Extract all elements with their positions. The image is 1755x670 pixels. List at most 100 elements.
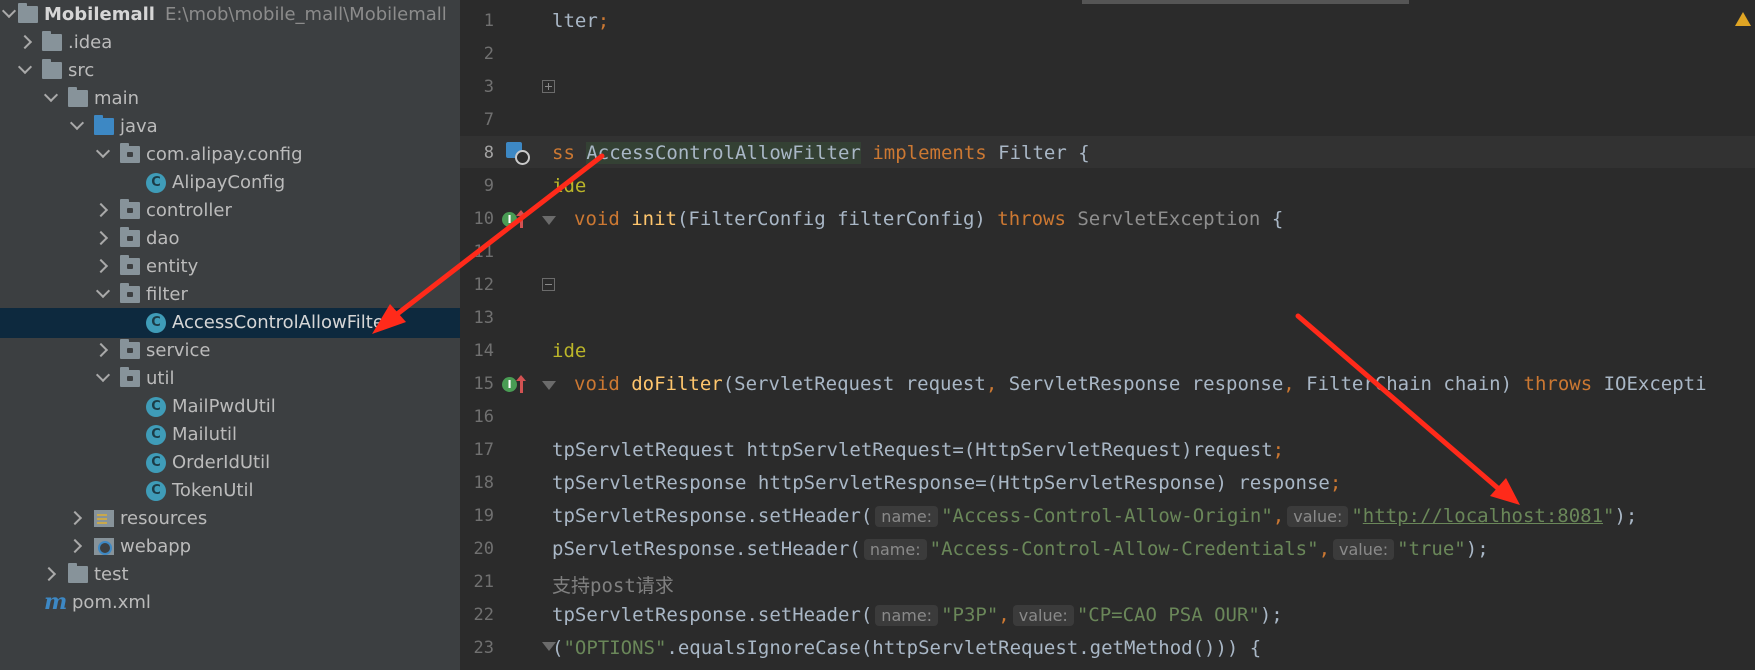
tree-item-label: AccessControlAllowFilter [172,312,392,333]
package-icon [120,283,140,303]
chevron-right-icon[interactable] [93,202,109,218]
tree-item-accesscontrolallowfilter[interactable]: C AccessControlAllowFilter [0,308,460,338]
class-icon: C [146,173,166,193]
project-path: E:\mob\mobile_mall\Mobilemall [164,4,447,25]
tree-item-label: controller [146,200,232,221]
tree-item-filter[interactable]: filter [0,280,460,310]
code-line-14[interactable]: ide [552,340,586,362]
code-line-21[interactable]: 支持post请求 [552,571,674,598]
tree-item-test[interactable]: test [0,560,460,590]
tree-item-label: com.alipay.config [146,144,303,165]
tree-item-tokenutil[interactable]: C TokenUtil [0,476,460,506]
chevron-down-icon[interactable] [1,3,17,19]
tree-item-dao[interactable]: dao [0,224,460,254]
fold-collapse-icon[interactable] [542,381,556,390]
tree-item-label: entity [146,256,199,277]
folder-icon [68,563,88,583]
param-hint: value: [1333,539,1395,560]
line-number: 18 [473,473,494,493]
package-icon [120,143,140,163]
code-line-19[interactable]: tpServletResponse.setHeader(name: "Access… [552,505,1637,527]
arrow-up-icon [516,210,526,228]
tree-item-label: service [146,340,211,361]
line-number: 2 [483,44,494,64]
tree-item-pom-xml[interactable]: m pom.xml [0,588,460,618]
tree-item-mobilemall[interactable]: Mobilemall E:\mob\mobile_mall\Mobilemall [0,0,460,30]
fold-end-icon[interactable] [542,278,555,291]
url-link: http://localhost:8081 [1362,505,1604,527]
package-icon [120,255,140,275]
line-number: 22 [473,605,494,625]
line-number: 10 [473,209,494,229]
tree-item-com-alipay-config[interactable]: com.alipay.config [0,140,460,170]
line-number: 1 [483,11,494,31]
param-hint: name: [863,539,927,560]
chevron-down-icon[interactable] [95,283,111,299]
class-icon: C [146,313,166,333]
code-line-1[interactable]: lter; [552,10,609,32]
chevron-right-icon[interactable] [41,566,57,582]
chevron-right-icon[interactable] [67,510,83,526]
chevron-right-icon[interactable] [67,538,83,554]
tree-item-entity[interactable]: entity [0,252,460,282]
tree-item-resources[interactable]: resources [0,504,460,534]
resources-folder-icon [94,510,114,527]
tree-item-orderidutil[interactable]: C OrderIdUtil [0,448,460,478]
tree-item-java[interactable]: java [0,112,460,142]
code-line-15[interactable]: void doFilter(ServletRequest request, Se… [574,373,1707,395]
param-hint: name: [875,605,939,626]
tree-item-mailpwdutil[interactable]: C MailPwdUtil [0,392,460,422]
code-line-9[interactable]: ide [552,175,586,197]
tree-item-src[interactable]: src [0,56,460,86]
class-icon: C [146,481,166,501]
code-line-23[interactable]: ("OPTIONS".equalsIgnoreCase(httpServletR… [552,637,1261,659]
code-editor[interactable]: 1 2 3 7 8 9 10 11 12 13 14 15 16 17 18 1… [460,0,1755,670]
chevron-right-icon[interactable] [17,34,33,50]
tree-item-idea[interactable]: .idea [0,28,460,58]
chevron-right-icon[interactable] [93,258,109,274]
code-line-8[interactable]: ss AccessControlAllowFilter implements F… [552,142,1090,164]
chevron-down-icon[interactable] [95,143,111,159]
fold-expand-icon[interactable] [542,80,555,93]
tree-item-label: filter [146,284,188,305]
chevron-down-icon[interactable] [43,87,59,103]
fold-collapse-icon[interactable] [542,216,556,225]
tree-item-webapp[interactable]: webapp [0,532,460,562]
code-line-22[interactable]: tpServletResponse.setHeader(name: "P3P", v… [552,604,1283,626]
line-number: 20 [473,539,494,559]
implements-icon[interactable]: I [502,212,517,227]
maven-icon: m [44,589,68,615]
chevron-right-icon[interactable] [93,342,109,358]
line-number: 23 [473,638,494,658]
tree-item-label: resources [120,508,208,529]
tree-item-main[interactable]: main [0,84,460,114]
tree-item-label: src [68,60,95,81]
folder-icon [42,31,62,51]
tree-item-controller[interactable]: controller [0,196,460,226]
line-number: 8 [483,143,494,163]
line-number: 11 [473,242,494,262]
tree-item-mailutil[interactable]: C Mailutil [0,420,460,450]
tree-item-util[interactable]: util [0,364,460,394]
tree-item-alipayconfig[interactable]: C AlipayConfig [0,168,460,198]
code-line-17[interactable]: tpServletRequest httpServletRequest=(Htt… [552,439,1284,461]
warning-icon[interactable] [1735,12,1751,26]
tree-item-label: pom.xml [72,592,151,613]
folder-icon [68,87,88,107]
line-number: 13 [473,308,494,328]
tree-item-label: AlipayConfig [172,172,286,193]
code-line-20[interactable]: pServletResponse.setHeader(name: "Access-… [552,538,1489,560]
line-number: 17 [473,440,494,460]
chevron-down-icon[interactable] [95,367,111,383]
line-number: 12 [473,275,494,295]
chevron-right-icon[interactable] [93,230,109,246]
tree-item-service[interactable]: service [0,336,460,366]
editor-tab-indicator [1082,0,1409,4]
implements-icon[interactable]: I [502,377,517,392]
line-number: 14 [473,341,494,361]
chevron-down-icon[interactable] [17,59,33,75]
line-number: 9 [483,176,494,196]
code-line-10[interactable]: void init(FilterConfig filterConfig) thr… [574,208,1283,230]
chevron-down-icon[interactable] [69,115,85,131]
code-line-18[interactable]: tpServletResponse httpServletResponse=(H… [552,472,1341,494]
